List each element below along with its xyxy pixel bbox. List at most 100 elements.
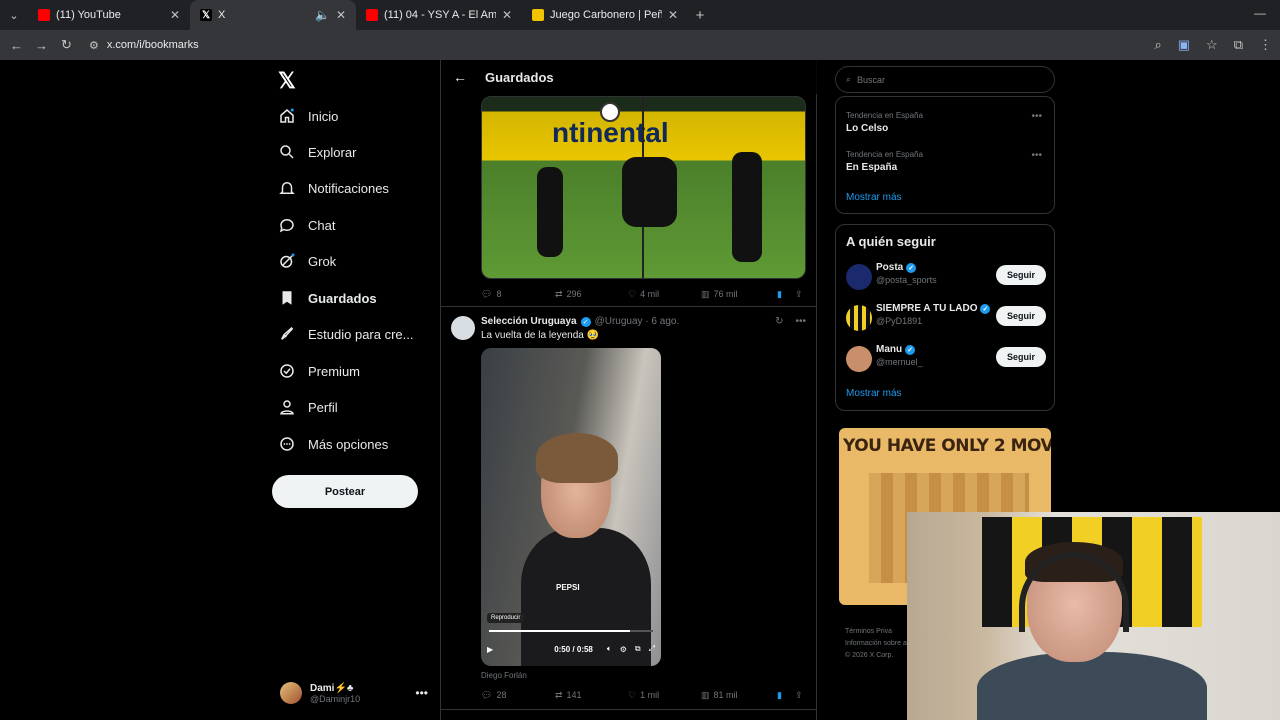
show-more-link[interactable]: Mostrar más — [846, 192, 902, 203]
account-handle: @Daminjr10 — [310, 693, 361, 704]
nav-chat[interactable]: Chat — [278, 213, 335, 237]
follow-suggestion[interactable]: Manu ✓ @mernuel_ Seguir — [846, 344, 1046, 374]
close-icon[interactable]: ✕ — [336, 8, 346, 22]
trends-card: Tendencia en España Lo Celso ••• Tendenc… — [835, 96, 1055, 214]
trend-name[interactable]: En España — [846, 162, 897, 173]
tweet-image[interactable]: ntinental — [481, 96, 806, 279]
more-dots-icon[interactable]: ••• — [795, 316, 806, 327]
trend-name[interactable]: Lo Celso — [846, 123, 888, 134]
nav-explorar[interactable]: Explorar — [278, 140, 356, 164]
views-button[interactable]: ▥ 76 mil — [701, 289, 738, 300]
share-icon[interactable]: ⇪ — [795, 690, 803, 701]
player — [732, 152, 762, 262]
like-button[interactable]: ♡ 4 mil — [628, 289, 659, 300]
nav-label: Chat — [308, 217, 336, 233]
page-header: ← Guardados — [441, 60, 817, 94]
tab-juego-carbonero[interactable]: Juego Carbonero | Peñarol ✕ — [522, 0, 688, 30]
nav-guardados[interactable]: Guardados — [278, 286, 377, 310]
footer-links: Términos Priva Información sobre a © 202… — [845, 626, 907, 662]
main-timeline: ntinental ← Guardados 💬︎ 8 ⇄ 296 ♡ 4 mil ▥ 7… — [440, 60, 817, 720]
back-arrow-icon[interactable]: ← — [4, 38, 29, 53]
search-placeholder: Buscar — [857, 74, 886, 85]
settings-icon[interactable]: ⚙ — [620, 645, 627, 654]
site-settings-icon[interactable]: ⚙ — [89, 39, 99, 52]
author-handle-date: @Uruguay · 6 ago. — [594, 316, 680, 327]
more-dots-icon[interactable]: ••• — [415, 686, 428, 700]
menu-icon[interactable]: ⋮ — [1259, 37, 1272, 53]
follow-button[interactable]: Seguir — [996, 347, 1046, 367]
nav-inicio[interactable]: Inicio — [278, 104, 338, 128]
account-switcher[interactable]: Dami⚡♣ @Daminjr10 ••• — [280, 675, 440, 711]
show-more-link[interactable]: Mostrar más — [846, 388, 902, 399]
avatar[interactable] — [451, 316, 475, 340]
tweet-actions: 💬︎ 28 ⇄ 141 ♡ 1 mil ▥ 81 mil ▮ ⇪ — [481, 688, 806, 702]
retweet-button[interactable]: ⇄ 296 — [555, 289, 582, 300]
chat-icon — [278, 216, 296, 234]
like-button[interactable]: ♡ 1 mil — [628, 690, 659, 701]
footer-copyright: © 2026 X Corp. — [845, 652, 894, 659]
views-button[interactable]: ▥ 81 mil — [701, 690, 738, 701]
bookmark-icon[interactable]: ▮ — [777, 690, 782, 701]
back-arrow-icon[interactable]: ← — [453, 69, 467, 85]
pip-icon[interactable]: ⧉ — [635, 644, 641, 654]
divider — [441, 709, 817, 710]
nav-notificaciones[interactable]: Notificaciones — [278, 176, 389, 200]
tab-youtube[interactable]: (11) YouTube ✕ — [28, 0, 190, 30]
tab-x[interactable]: 𝕏 X 🔈 ✕ — [190, 0, 356, 30]
star-icon[interactable]: ☆ — [1206, 37, 1218, 53]
video-progress-bar[interactable] — [489, 630, 653, 632]
tweet-text: La vuelta de la leyenda 🥹 — [481, 330, 600, 341]
bookmark-icon[interactable]: ▮ — [777, 289, 782, 300]
speaker-icon[interactable]: 🔈 — [315, 8, 330, 22]
reply-button[interactable]: 💬︎ 8 — [481, 289, 501, 300]
volume-icon[interactable]: 🔈︎ — [607, 644, 612, 654]
footer-terms-link[interactable]: Términos Priva — [845, 626, 907, 638]
video-player[interactable]: PEPSI Reproducir ▶ 0:50 / 0:58 🔈︎ ⚙ ⧉ ⤢ — [481, 348, 661, 666]
extensions-icon[interactable]: ⧉ — [1234, 37, 1243, 53]
follow-suggestion[interactable]: SIEMPRE A TU LADO ✓ @PyD1891 Seguir — [846, 303, 1046, 333]
nav-perfil[interactable]: Perfil — [278, 395, 338, 419]
video-logo-text: PEPSI — [556, 583, 580, 592]
user-name: SIEMPRE A TU LADO — [876, 303, 978, 314]
nav-mas-opciones[interactable]: Más opciones — [278, 432, 388, 456]
tab-ysy-a[interactable]: (11) 04 - YSY A - El Amanecer | ✕ — [356, 0, 522, 30]
address-bar[interactable]: ⚙ x.com/i/bookmarks — [89, 39, 199, 52]
nav-label: Guardados — [308, 290, 377, 306]
close-icon[interactable]: ✕ — [170, 8, 180, 22]
nav-label: Premium — [308, 363, 361, 379]
bookmark-icon — [278, 289, 296, 307]
tab-search-button[interactable]: ⌄ — [0, 9, 28, 22]
search-input[interactable]: ⌕ Buscar — [835, 66, 1055, 93]
more-dots-icon[interactable]: ••• — [1031, 111, 1042, 122]
post-button[interactable]: Postear — [272, 475, 418, 508]
more-dots-icon[interactable]: ••• — [1031, 150, 1042, 161]
tab-title: (11) 04 - YSY A - El Amanecer | — [384, 9, 496, 21]
tweet-author[interactable]: Selección Uruguaya ✓ @Uruguay · 6 ago. — [481, 316, 679, 327]
follow-button[interactable]: Seguir — [996, 265, 1046, 285]
zoom-icon[interactable]: ⌕ — [1154, 37, 1161, 53]
play-icon[interactable]: ▶ — [487, 645, 493, 654]
extension-active-icon[interactable]: ▣ — [1178, 37, 1190, 53]
fullscreen-icon[interactable]: ⤢ — [649, 644, 655, 654]
play-tooltip: Reproducir — [487, 613, 525, 623]
reload-icon[interactable]: ↻ — [54, 37, 79, 53]
nav-label: Estudio para cre... — [308, 326, 414, 342]
footer-info-link[interactable]: Información sobre a — [845, 638, 907, 650]
nav-estudio[interactable]: Estudio para cre... — [278, 322, 414, 346]
grok-icon[interactable]: ↻ — [775, 316, 783, 327]
nav-grok[interactable]: Grok — [278, 249, 336, 273]
minimize-button[interactable]: — — [1254, 6, 1266, 20]
close-icon[interactable]: ✕ — [502, 8, 512, 22]
forward-arrow-icon[interactable]: → — [29, 38, 54, 53]
tab-title: Juego Carbonero | Peñarol — [550, 9, 662, 21]
close-icon[interactable]: ✕ — [668, 8, 678, 22]
share-icon[interactable]: ⇪ — [795, 289, 803, 300]
x-logo-icon[interactable]: 𝕏 — [278, 68, 296, 94]
follow-button[interactable]: Seguir — [996, 306, 1046, 326]
reply-button[interactable]: 💬︎ 28 — [481, 690, 506, 701]
new-tab-button[interactable]: + — [688, 7, 712, 24]
retweet-button[interactable]: ⇄ 141 — [555, 690, 582, 701]
follow-suggestion[interactable]: Posta ✓ @posta_sports Seguir — [846, 262, 1046, 292]
nav-premium[interactable]: Premium — [278, 359, 360, 383]
nav-label: Explorar — [308, 144, 357, 160]
